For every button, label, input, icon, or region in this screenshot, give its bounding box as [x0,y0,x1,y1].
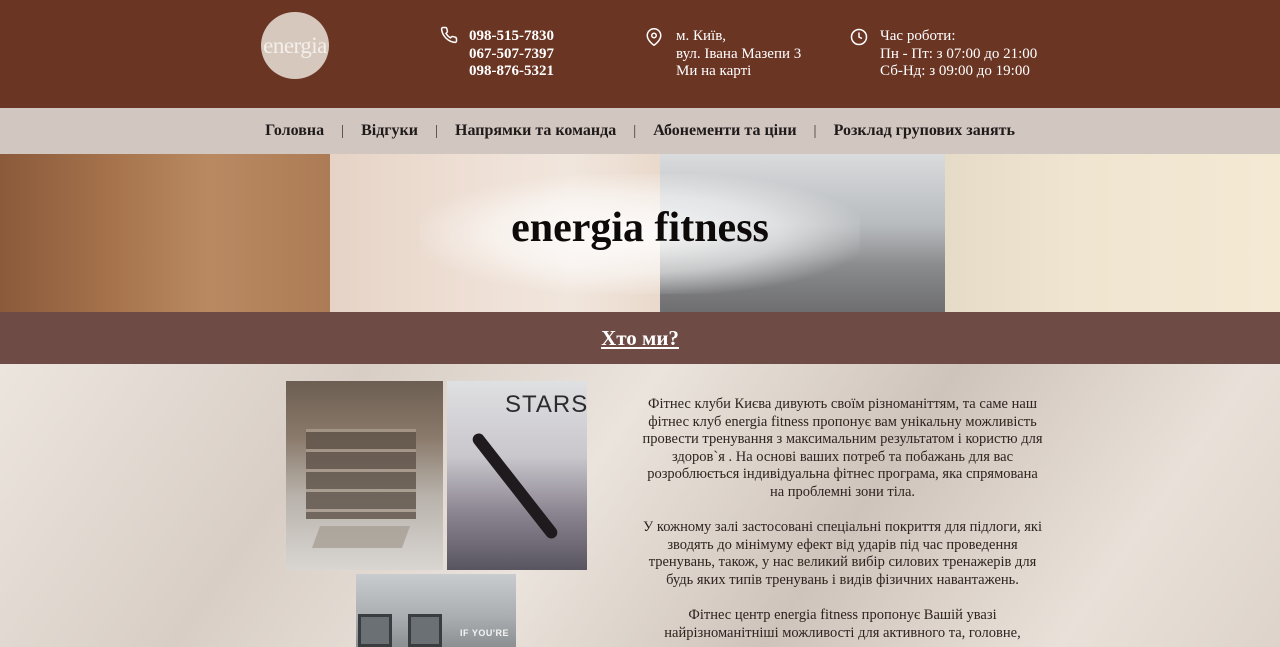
address-city: м. Київ, [676,28,727,44]
hours-label: Час роботи: [880,28,956,44]
nav-separator: | [341,122,345,139]
section-header: Хто ми? [0,312,1280,364]
hours-weekend: Сб-Нд: з 09:00 до 19:00 [880,63,1030,79]
shelf-graphic [306,429,416,519]
nav-item-memberships-prices[interactable]: Абонементи та ціни [653,122,796,140]
mat-graphic [311,526,411,548]
nav-item-home[interactable]: Головна [265,122,324,140]
about-paragraph: Фітнес клуби Києва дивують своїм різнома… [642,396,1043,500]
site-header: energia 098-515-7830 067-507-7397 098-87… [0,0,1280,108]
clock-icon [850,28,868,46]
map-link[interactable]: Ми на карті [676,63,801,81]
aerial-yoga-photo: STARST [447,381,587,570]
gym-interior-photo [286,381,443,570]
nav-item-reviews[interactable]: Відгуки [361,122,418,140]
address: м. Київ, вул. Івана Мазепи 3 Ми на карті [676,28,801,81]
phone-number[interactable]: 067-507-7397 [469,46,554,64]
phone-number[interactable]: 098-515-7830 [469,28,554,46]
about-text: Фітнес клуби Києва дивують своїм різнома… [640,396,1045,647]
figure-graphic [470,431,560,541]
phone-icon [440,26,458,44]
logo-text: energia [263,32,327,58]
map-pin-icon [646,28,662,46]
phone-number[interactable]: 098-876-5321 [469,63,554,81]
hero-banner: energia fitness [0,154,1280,312]
nav-item-group-schedule[interactable]: Розклад групових занять [834,122,1015,140]
nav-separator: | [813,122,817,139]
about-paragraph: У кожному залі застосовані спеціальні по… [643,519,1042,588]
nav-separator: | [633,122,637,139]
address-street: вул. Івана Мазепи 3 [676,45,802,62]
opening-hours: Час роботи: Пн - Пт: з 07:00 до 21:00 Сб… [880,28,1037,81]
gym-wall-photo: IF YOU'RE [356,574,516,647]
wall-lettering: IF YOU'RE [460,628,509,638]
logo[interactable]: energia [261,12,329,79]
window-graphic [408,614,442,647]
about-section: STARST IF YOU'RE Фітнес клуби Києва диву… [0,364,1280,647]
main-nav: Головна | Відгуки | Напрямки та команда … [0,108,1280,154]
nav-item-directions-team[interactable]: Напрямки та команда [455,122,616,140]
window-graphic [358,614,392,647]
section-title[interactable]: Хто ми? [601,326,679,351]
nav-separator: | [435,122,439,139]
phone-list: 098-515-7830 067-507-7397 098-876-5321 [469,28,554,81]
hours-weekdays: Пн - Пт: з 07:00 до 21:00 [880,45,1038,62]
hero-title: energia fitness [511,205,769,251]
wall-lettering: STARST [505,391,587,418]
about-paragraph: Фітнес центр energia fitness пропонує Ва… [664,607,1021,641]
